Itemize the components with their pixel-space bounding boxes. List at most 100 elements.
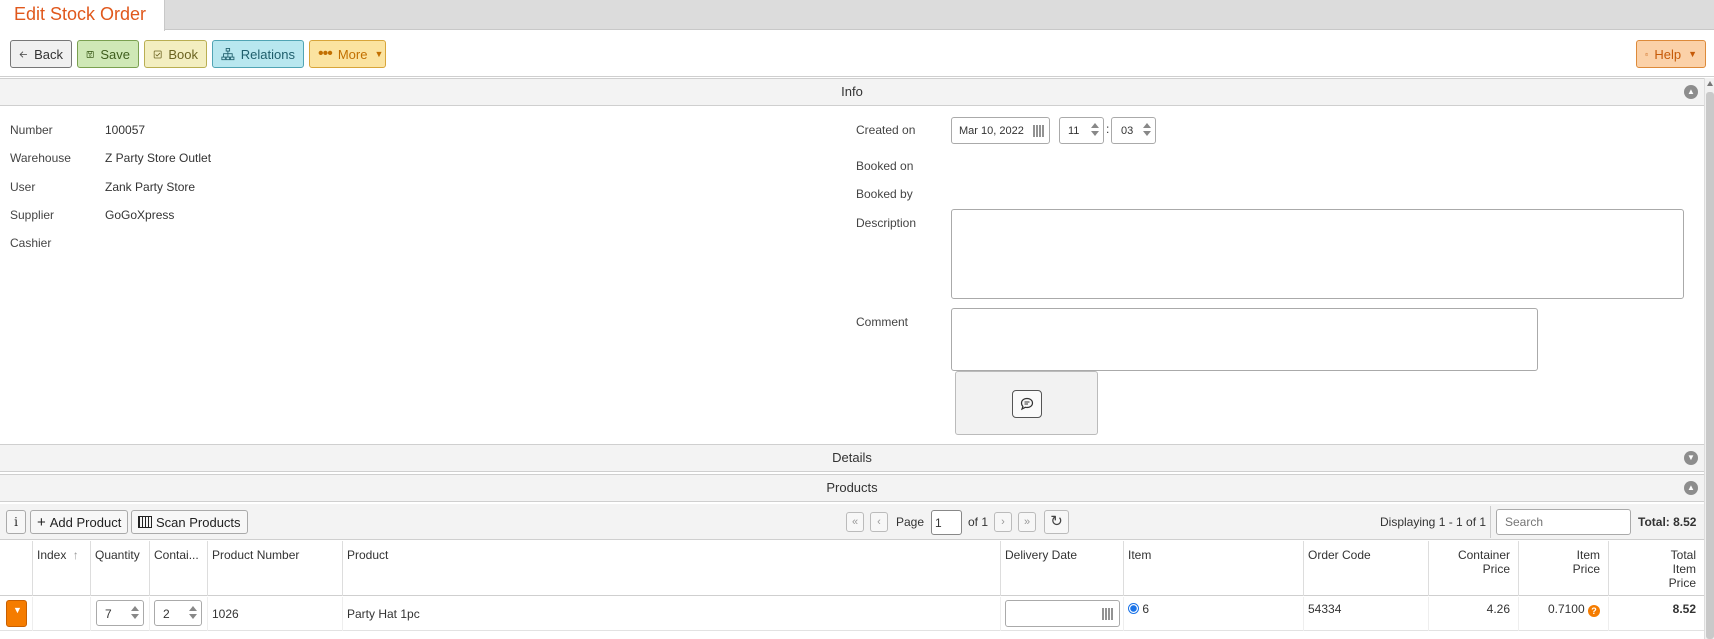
arrow-left-icon (19, 50, 27, 58)
column-header-item-price[interactable]: Item Price (1519, 541, 1609, 596)
cell-item-price: 0.7100 ? (1519, 597, 1609, 631)
info-icon: i (14, 515, 18, 529)
cell-quantity: 7 (91, 597, 150, 631)
caret-down-icon: ▼ (1688, 49, 1697, 59)
row-menu-button[interactable]: ▼ (6, 600, 27, 627)
more-button[interactable]: ••• More ▼ (309, 40, 386, 68)
total-label: Total: 8.52 (1638, 515, 1697, 529)
add-product-button[interactable]: + Add Product (30, 510, 129, 534)
description-textarea[interactable] (951, 209, 1684, 299)
created-on-label: Created on (856, 123, 916, 137)
booked-by-label: Booked by (856, 187, 913, 201)
number-value: 100057 (105, 123, 146, 137)
user-value: Zank Party Store (105, 180, 196, 194)
number-label: Number (10, 123, 53, 137)
caret-down-icon: ▼ (374, 49, 384, 59)
vertical-scrollbar[interactable] (1704, 78, 1714, 639)
spinner-arrows-icon[interactable] (189, 606, 198, 619)
last-page-button[interactable]: » (1018, 512, 1036, 532)
comment-label: Comment (856, 315, 909, 329)
next-page-button[interactable]: › (994, 512, 1012, 532)
spinner-arrows-icon[interactable] (1091, 123, 1100, 136)
column-header-total-item-price[interactable]: Total Item Price (1609, 541, 1704, 596)
relations-button[interactable]: Relations (212, 40, 304, 68)
page-input[interactable]: 1 (931, 510, 962, 535)
scan-products-button[interactable]: Scan Products (131, 510, 248, 534)
container-stepper[interactable]: 2 (154, 600, 202, 626)
scroll-up-icon[interactable] (1707, 81, 1713, 86)
row-menu-cell: ▼ (0, 597, 33, 631)
booked-on-label: Booked on (856, 159, 914, 173)
title-bar: Edit Stock Order (0, 0, 1714, 31)
add-comment-button[interactable] (955, 371, 1098, 435)
comment-icon (1012, 390, 1042, 418)
back-button[interactable]: Back (10, 40, 72, 68)
sitemap-icon (221, 47, 235, 60)
time-separator: : (1106, 122, 1110, 136)
products-toolbar: i + Add Product Scan Products « ‹ Page 1… (0, 504, 1704, 540)
column-header-item[interactable]: Item (1124, 541, 1304, 596)
main-toolbar: Back Save Book Relations ••• More ▼ Help… (0, 31, 1714, 77)
prev-page-button[interactable]: ‹ (870, 512, 888, 532)
barcode-icon (138, 516, 152, 528)
quantity-stepper[interactable]: 7 (96, 600, 144, 626)
page-count: of 1 (968, 515, 989, 529)
column-header-quantity[interactable]: Quantity (91, 541, 150, 596)
cell-container: 2 (150, 597, 208, 631)
cell-item: 6 (1124, 597, 1304, 631)
help-button[interactable]: Help ▼ (1636, 40, 1706, 68)
warehouse-value: Z Party Store Outlet (105, 151, 212, 165)
supplier-label: Supplier (10, 208, 55, 222)
expand-icon[interactable]: ▼ (1684, 451, 1698, 465)
cell-order-code: 54334 (1304, 597, 1429, 631)
created-hour-spinner[interactable]: 11 (1059, 117, 1104, 144)
comment-textarea[interactable] (951, 308, 1538, 371)
save-button[interactable]: Save (77, 40, 139, 68)
book-button[interactable]: Book (144, 40, 207, 68)
calendar-icon[interactable] (1102, 608, 1114, 620)
cell-container-price: 4.26 (1429, 597, 1519, 631)
plus-icon: + (37, 513, 46, 531)
column-header-product-number[interactable]: Product Number (208, 541, 343, 596)
column-header-order-code[interactable]: Order Code (1304, 541, 1429, 596)
column-header-product[interactable]: Product (343, 541, 1001, 596)
dots-icon: ••• (318, 45, 333, 62)
collapse-icon[interactable]: ▲ (1684, 85, 1698, 99)
spinner-arrows-icon[interactable] (1143, 123, 1152, 136)
column-header-index[interactable]: Index ↑ (33, 541, 91, 596)
scroll-thumb[interactable] (1706, 92, 1714, 639)
spinner-arrows-icon[interactable] (131, 606, 140, 619)
warehouse-label: Warehouse (10, 151, 71, 165)
page-label: Page (896, 515, 925, 529)
column-header-container[interactable]: Contai... (150, 541, 208, 596)
displaying-count: Displaying 1 - 1 of 1 (1380, 515, 1487, 529)
cashier-label: Cashier (10, 236, 52, 250)
toolbar-divider (1490, 506, 1491, 538)
delivery-date-field[interactable] (1005, 600, 1120, 627)
first-page-button[interactable]: « (846, 512, 864, 532)
created-minute-spinner[interactable]: 03 (1111, 117, 1156, 144)
sort-ascending-icon: ↑ (72, 548, 79, 562)
search-input[interactable] (1496, 509, 1631, 535)
details-section-header[interactable]: Details ▼ (0, 444, 1704, 472)
cell-product: Party Hat 1pc (343, 597, 1001, 631)
description-label: Description (856, 216, 917, 230)
item-radio[interactable] (1128, 603, 1139, 614)
created-date-field[interactable]: Mar 10, 2022 (951, 117, 1050, 144)
refresh-button[interactable]: ↻ (1044, 510, 1069, 534)
collapse-icon[interactable]: ▲ (1684, 481, 1698, 495)
info-section-header[interactable]: Info ▲ (0, 78, 1704, 106)
cell-delivery-date (1001, 597, 1124, 631)
calendar-icon[interactable] (1033, 125, 1045, 137)
question-badge-icon[interactable]: ? (1588, 605, 1600, 617)
save-icon (86, 50, 94, 58)
column-header-delivery-date[interactable]: Delivery Date (1001, 541, 1124, 596)
column-header-container-price[interactable]: Container Price (1429, 541, 1519, 596)
supplier-value: GoGoXpress (105, 208, 175, 222)
info-button[interactable]: i (6, 510, 26, 534)
question-circle-icon (1645, 52, 1649, 56)
column-header-menu (0, 541, 33, 596)
refresh-icon: ↻ (1050, 513, 1063, 530)
table-row: ▼ 7 2 1026 Party Hat 1pc 6 54334 4.26 0.… (0, 597, 1704, 631)
products-section-header[interactable]: Products ▲ (0, 474, 1704, 502)
